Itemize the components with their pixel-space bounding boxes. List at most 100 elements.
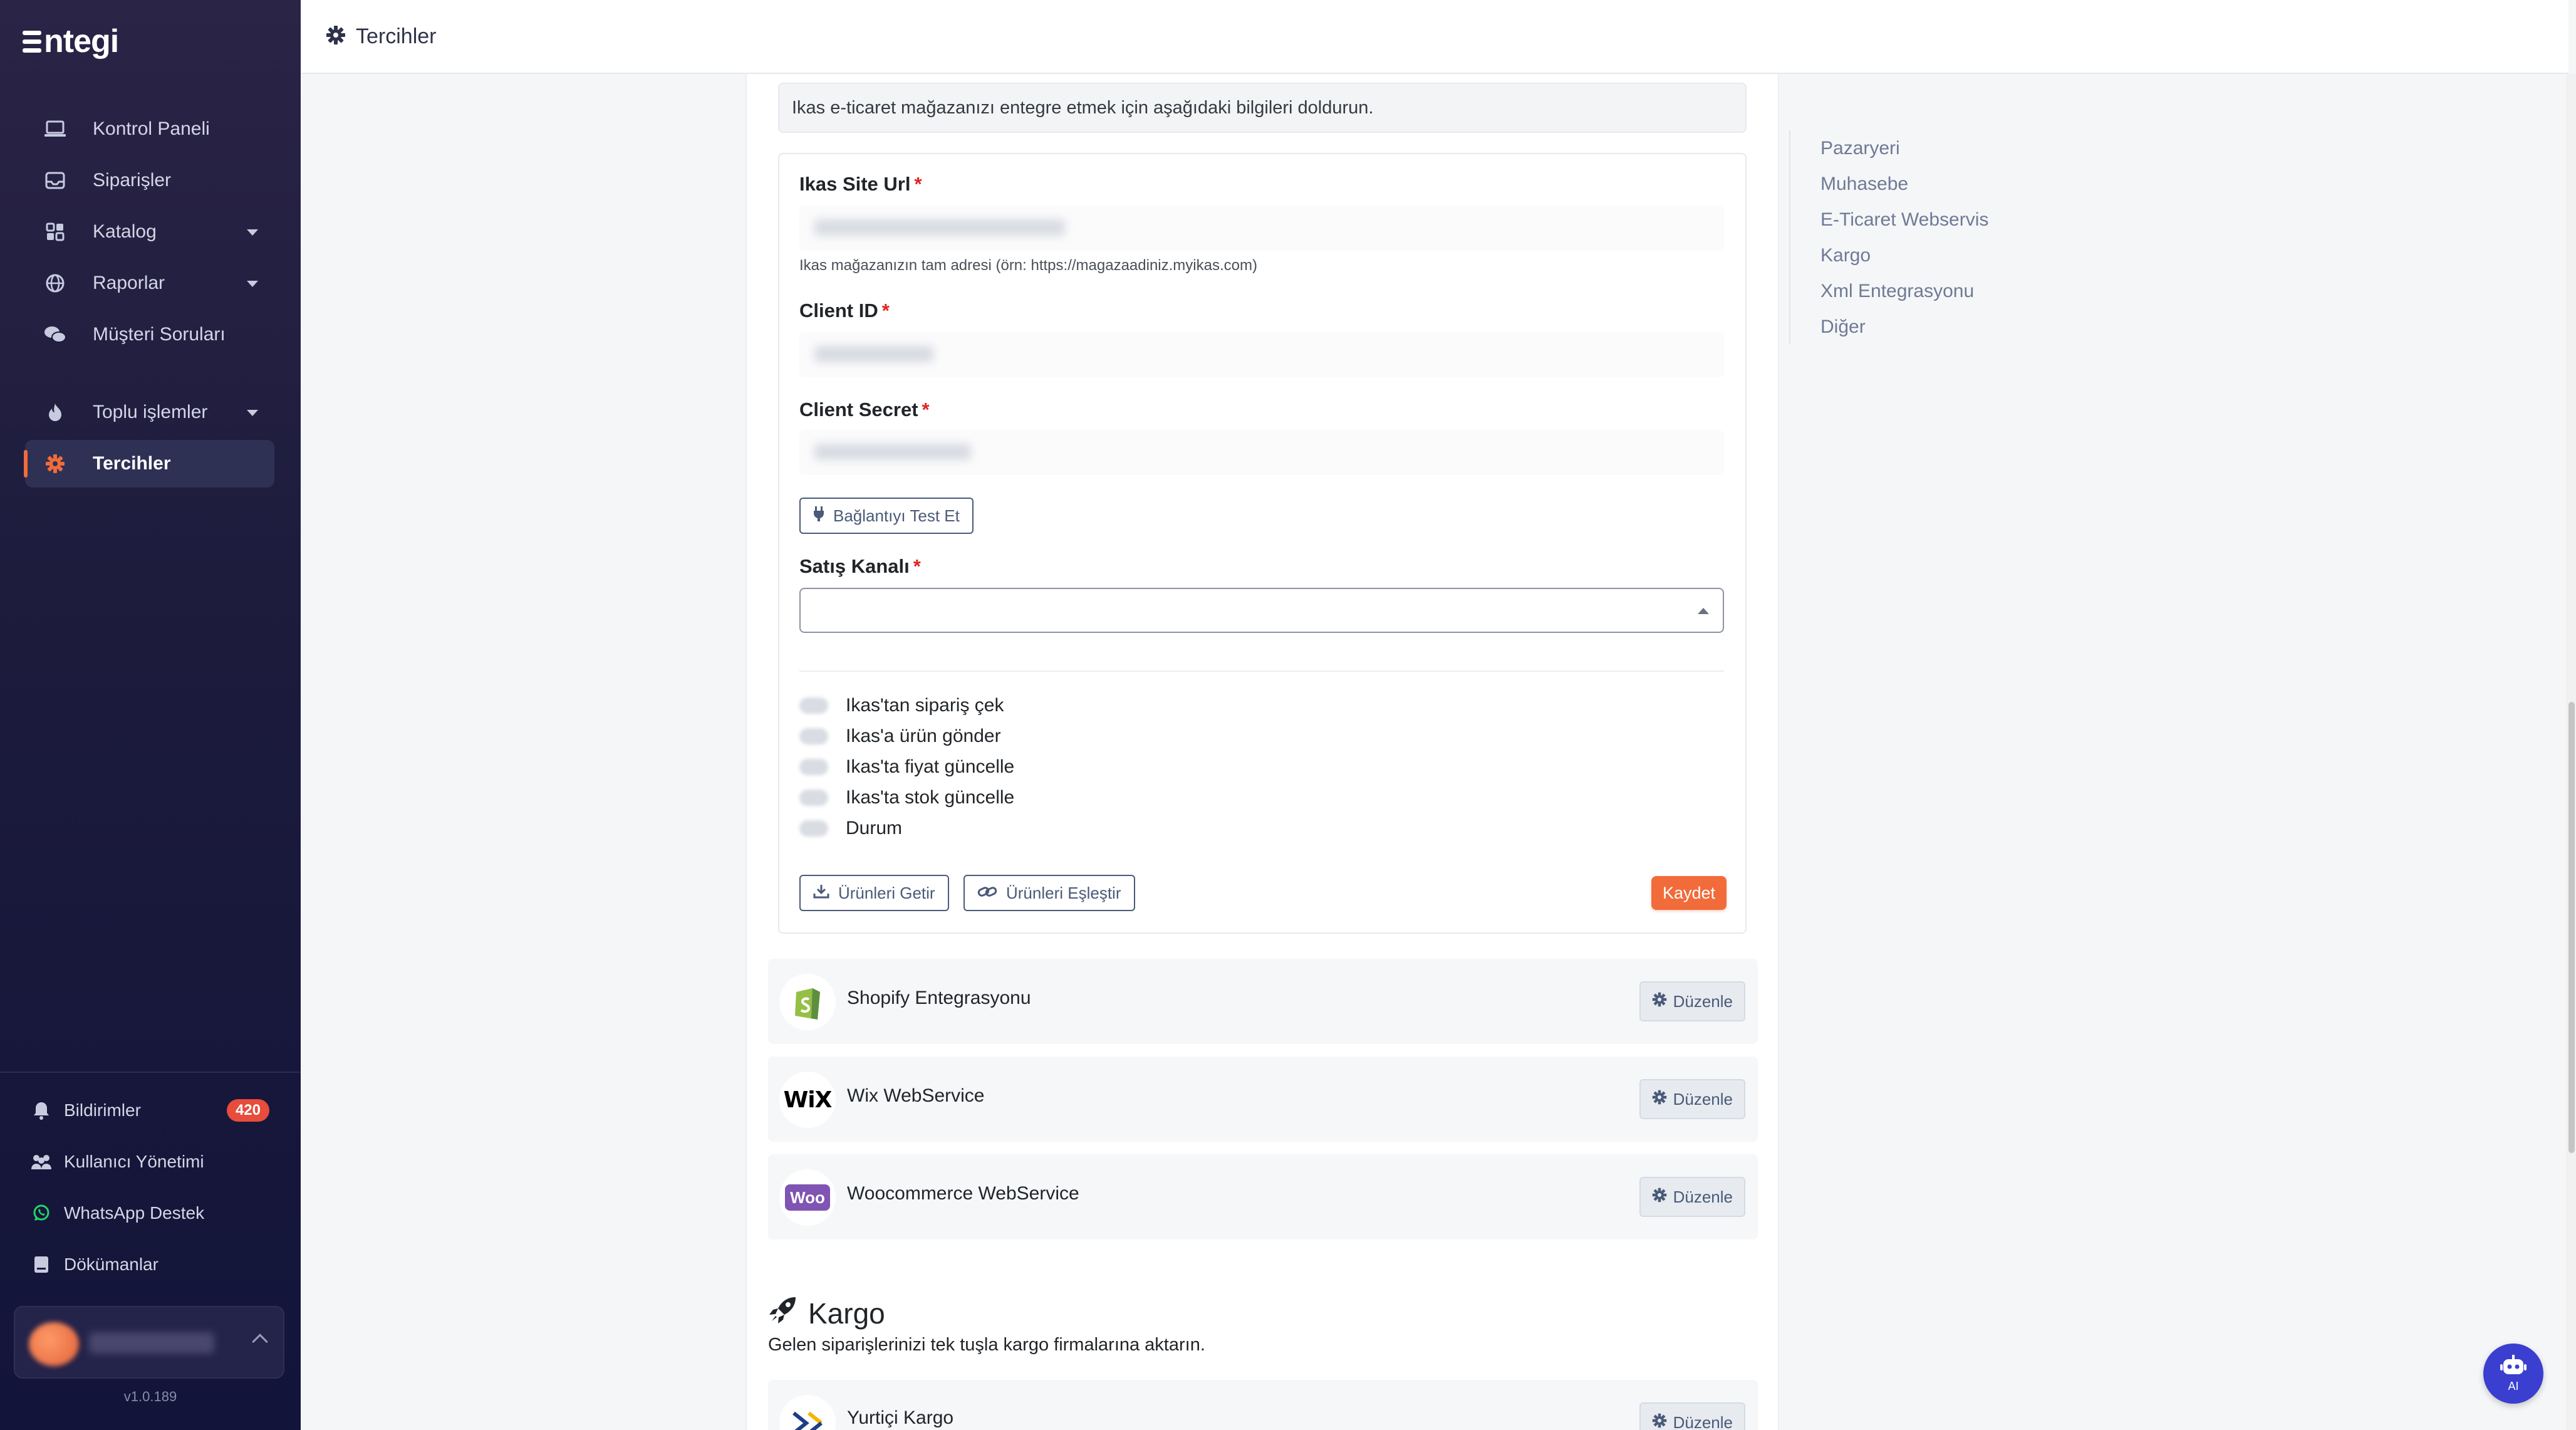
anchor-kargo[interactable]: Kargo (1820, 237, 2040, 273)
integration-row-wix: WiX Wix WebService Düzenle (768, 1057, 1758, 1142)
gear-icon (1652, 1090, 1667, 1109)
yurtici-logo-icon (779, 1395, 836, 1430)
sidebar-item-siparisler[interactable]: Siparişler (25, 157, 274, 204)
client-secret-label-text: Client Secret (799, 399, 918, 420)
option-send-products[interactable]: Ikas'a ürün gönder (799, 724, 1001, 749)
required-mark: * (913, 555, 921, 577)
ai-label: AI (2508, 1380, 2519, 1392)
option-label: Durum (846, 818, 903, 838)
toggle-switch[interactable] (799, 790, 828, 806)
wix-logo-text: WiX (783, 1087, 833, 1113)
sidebar-item-musteri-sorulari[interactable]: Müşteri Soruları (25, 311, 274, 358)
edit-shopify-button[interactable]: Düzenle (1639, 981, 1745, 1021)
integration-name: Woocommerce WebService (847, 1183, 1079, 1204)
woocommerce-logo-icon: Woo (779, 1169, 836, 1226)
site-url-input[interactable] (799, 206, 1724, 251)
anchor-xml-entegrasyonu[interactable]: Xml Entegrasyonu (1820, 273, 2040, 309)
logo-mark (23, 30, 41, 53)
redacted-value (814, 219, 1065, 236)
fetch-products-button[interactable]: Ürünleri Getir (799, 875, 949, 911)
chat-icon (43, 322, 68, 347)
edit-label: Düzenle (1673, 1089, 1733, 1109)
edit-yurtici-button[interactable]: Düzenle (1639, 1402, 1745, 1430)
kargo-title-text: Kargo (808, 1297, 885, 1330)
sidebar-item-label: Siparişler (93, 170, 172, 190)
inbox-icon (43, 168, 68, 193)
integration-name: Shopify Entegrasyonu (847, 988, 1031, 1008)
client-secret-input[interactable] (799, 430, 1724, 475)
option-pull-orders[interactable]: Ikas'tan sipariş çek (799, 693, 1004, 718)
documents-link[interactable]: Dökümanlar (29, 1246, 279, 1283)
robot-icon (2500, 1354, 2527, 1380)
sidebar-item-kontrol-paneli[interactable]: Kontrol Paneli (25, 105, 274, 153)
client-secret-label: Client Secret * (799, 399, 930, 421)
edit-woocommerce-button[interactable]: Düzenle (1639, 1177, 1745, 1217)
whatsapp-support-link[interactable]: WhatsApp Destek (29, 1194, 279, 1232)
toggle-switch[interactable] (799, 820, 828, 837)
woo-logo-text: Woo (785, 1184, 830, 1211)
scrollbar-thumb[interactable] (2568, 702, 2575, 1153)
option-label: Ikas'tan sipariş çek (846, 695, 1004, 716)
option-status[interactable]: Durum (799, 816, 902, 841)
client-id-label: Client ID * (799, 300, 890, 322)
ikas-info-alert: Ikas e-ticaret mağazanızı entegre etmek … (778, 83, 1747, 133)
gear-icon (1652, 1187, 1667, 1207)
sidebar-item-label: Katalog (93, 221, 157, 242)
notifications-label: Bildirimler (64, 1100, 141, 1120)
chevron-down-icon (247, 229, 258, 236)
anchor-eticaret-webservis[interactable]: E-Ticaret Webservis (1820, 202, 2040, 237)
client-id-input[interactable] (799, 332, 1724, 377)
site-url-help: Ikas mağazanızın tam adresi (örn: https:… (799, 257, 1257, 274)
toggle-switch[interactable] (799, 759, 828, 775)
shopify-logo-icon (779, 974, 836, 1030)
gear-icon (1652, 992, 1667, 1011)
edit-wix-button[interactable]: Düzenle (1639, 1079, 1745, 1119)
integration-row-yurtici: Yurtiçi Kargo Düzenle (768, 1380, 1758, 1430)
redacted-value (814, 346, 933, 362)
test-connection-button[interactable]: Bağlantıyı Test Et (799, 498, 974, 534)
ai-assistant-button[interactable]: AI (2483, 1344, 2543, 1404)
integration-row-woocommerce: Woo Woocommerce WebService Düzenle (768, 1154, 1758, 1240)
anchor-diger[interactable]: Diğer (1820, 309, 2040, 345)
toggle-switch[interactable] (799, 697, 828, 714)
whatsapp-support-label: WhatsApp Destek (64, 1203, 205, 1223)
notifications-link[interactable]: Bildirimler 420 (29, 1092, 279, 1129)
integration-name: Wix WebService (847, 1085, 985, 1106)
match-products-button[interactable]: Ürünleri Eşleştir (963, 875, 1135, 911)
edit-label: Düzenle (1673, 991, 1733, 1011)
app-logo[interactable]: ntegi (23, 23, 119, 60)
anchor-pazaryeri[interactable]: Pazaryeri (1820, 130, 2040, 166)
sales-channel-select[interactable] (799, 588, 1724, 633)
option-update-price[interactable]: Ikas'ta fiyat güncelle (799, 754, 1014, 780)
chevron-down-icon (247, 281, 258, 287)
sidebar-item-label: Tercihler (93, 453, 171, 474)
notifications-badge: 420 (226, 1099, 269, 1122)
sidebar-item-label: Kontrol Paneli (93, 118, 210, 139)
user-management-link[interactable]: Kullanıcı Yönetimi (29, 1143, 279, 1181)
edit-label: Düzenle (1673, 1187, 1733, 1206)
sidebar-item-katalog[interactable]: Katalog (25, 208, 274, 256)
option-update-stock[interactable]: Ikas'ta stok güncelle (799, 785, 1014, 810)
grid-icon (43, 219, 68, 244)
section-anchor-nav: Pazaryeri Muhasebe E-Ticaret Webservis K… (1789, 130, 2040, 345)
user-menu[interactable] (14, 1306, 284, 1379)
option-label: Ikas'a ürün gönder (846, 726, 1001, 746)
link-icon (977, 884, 997, 903)
sidebar-item-raporlar[interactable]: Raporlar (25, 259, 274, 307)
chevron-up-icon (252, 1333, 268, 1350)
fire-icon (43, 400, 68, 425)
bell-icon (29, 1098, 54, 1123)
user-name-redacted (89, 1332, 214, 1354)
sidebar-item-toplu-islemler[interactable]: Toplu işlemler (25, 389, 274, 436)
site-url-label-text: Ikas Site Url (799, 173, 911, 195)
save-button[interactable]: Kaydet (1651, 876, 1727, 910)
option-label: Ikas'ta fiyat güncelle (846, 756, 1015, 777)
kargo-subtitle: Gelen siparişlerinizi tek tuşla kargo fi… (768, 1335, 1205, 1355)
anchor-muhasebe[interactable]: Muhasebe (1820, 166, 2040, 202)
fetch-products-label: Ürünleri Getir (838, 883, 935, 902)
user-management-label: Kullanıcı Yönetimi (64, 1152, 204, 1171)
toggle-switch[interactable] (799, 728, 828, 744)
gear-icon (43, 451, 68, 476)
sidebar-item-tercihler[interactable]: Tercihler (24, 440, 274, 488)
plug-icon (813, 506, 824, 526)
